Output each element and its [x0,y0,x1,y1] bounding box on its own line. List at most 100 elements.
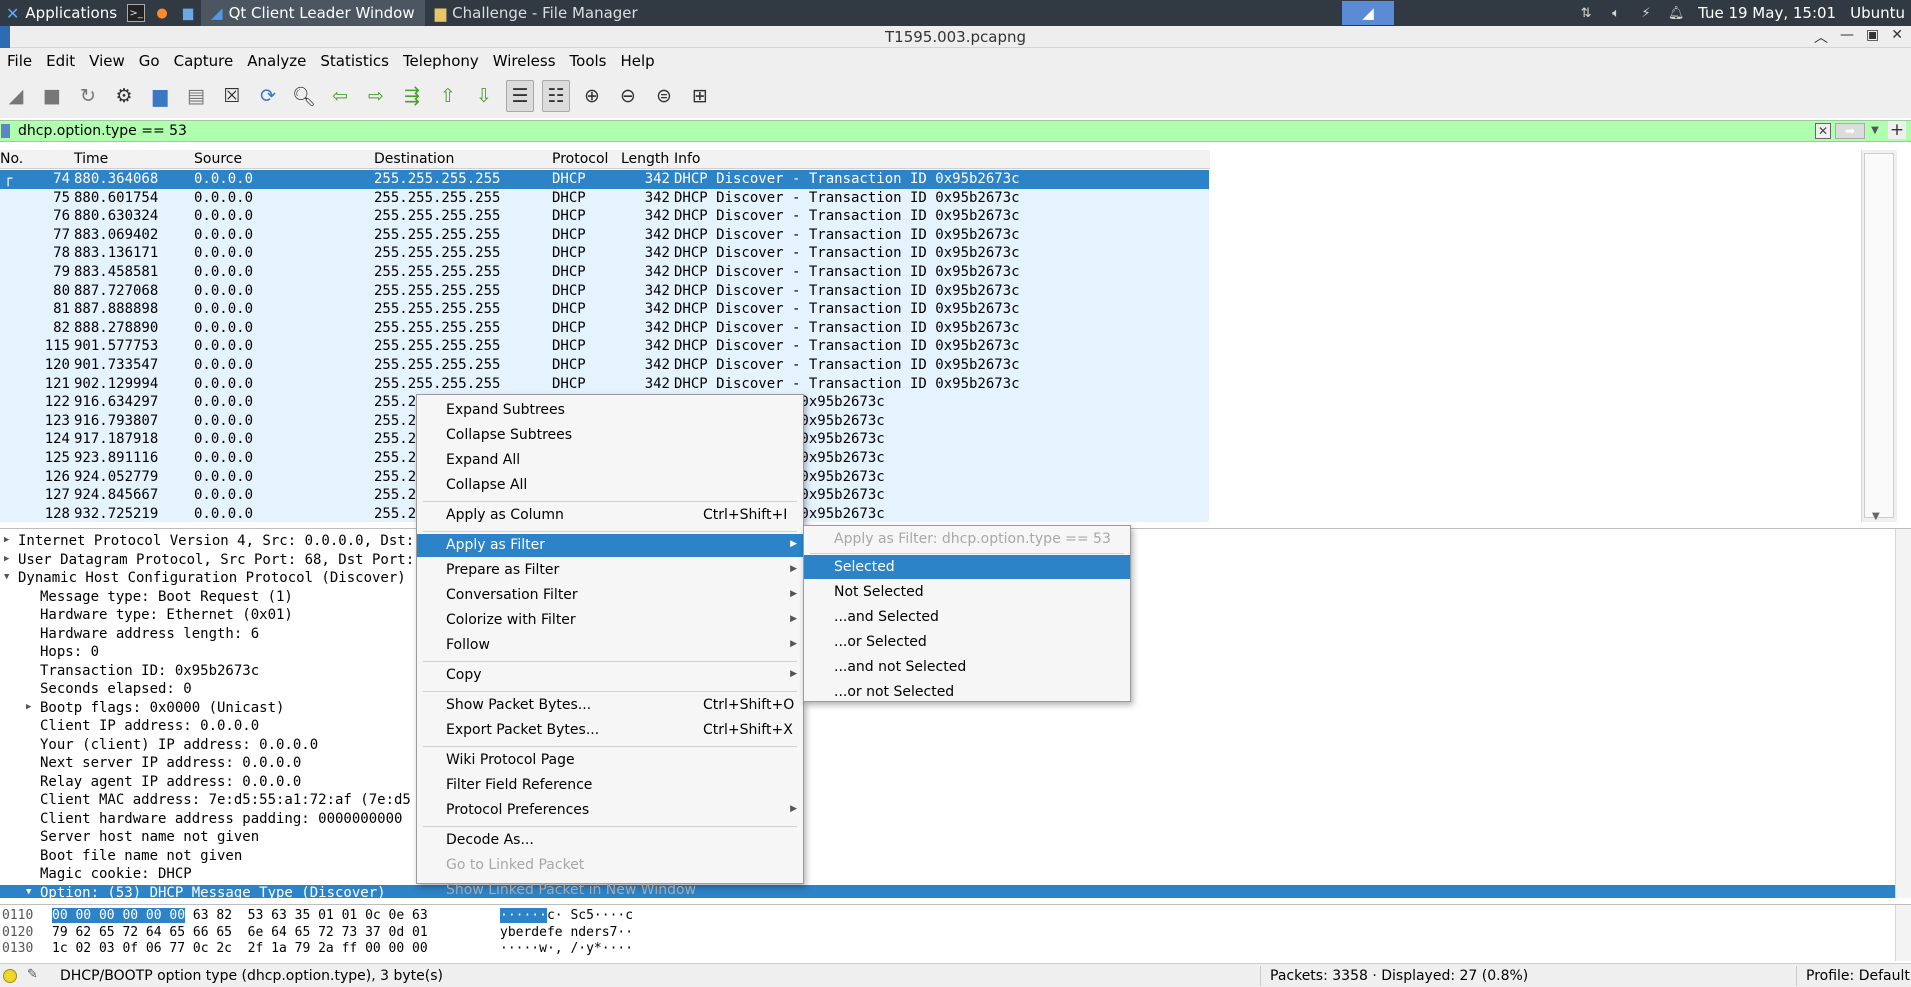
packet-row[interactable]: 77 883.069402 0.0.0.0 255.255.255.255 DHCP 34… [0,225,1209,245]
menu-telephony[interactable]: Telephony [396,52,486,70]
close-icon[interactable]: ✕ [1891,27,1903,47]
network-icon[interactable]: ⇅ [1578,5,1594,21]
col-header-length[interactable]: Length [621,151,669,167]
menu-edit[interactable]: Edit [39,52,82,70]
last-packet-icon[interactable]: ⇩ [470,80,498,112]
detail-tree-item[interactable]: ▶ Internet Protocol Version 4, Src: 0.0.0… [0,533,480,551]
bytes-scrollbar[interactable] [1895,905,1911,961]
minimize-icon[interactable]: — [1840,27,1854,47]
packet-row[interactable]: 82 888.278890 0.0.0.0 255.255.255.255 DHCP 34… [0,318,1209,338]
scrollbar-thumb[interactable] [1864,153,1894,518]
expert-info-led-icon[interactable] [3,969,17,983]
firefox-icon[interactable]: ● [153,4,171,22]
col-header-time[interactable]: Time [74,151,108,167]
apply-filter-icon[interactable]: ➡ [1835,123,1865,139]
clock[interactable]: Tue 19 May, 15:01 [1698,4,1836,22]
filter-bookmark-icon[interactable] [1,124,10,138]
menu-item-wiki-protocol-page[interactable]: Wiki Protocol Page [417,749,803,772]
detail-tree-item[interactable]: Hops: 0 [0,644,480,662]
menu-item-decode-as[interactable]: Decode As... [417,829,803,852]
detail-tree-item[interactable]: Hardware address length: 6 [0,626,480,644]
display-filter-input[interactable] [18,122,1718,140]
packet-list[interactable]: No. Time Source Destination Protocol Len… [0,150,1911,522]
detail-tree-item[interactable]: Next server IP address: 0.0.0.0 [0,755,480,773]
menu-capture[interactable]: Capture [167,52,241,70]
menu-item-apply-as-filter[interactable]: Apply as Filter ▶ [417,534,803,557]
detail-tree-item[interactable]: Client MAC address: 7e:d5:55:a1:72:af (7… [0,792,480,810]
detail-tree-item[interactable]: Server host name not given [0,829,480,847]
detail-tree-item[interactable]: ▼ Dynamic Host Configuration Protocol (Di… [0,570,480,588]
menu-item-expand-subtrees[interactable]: Expand Subtrees [417,399,803,422]
detail-tree-item[interactable]: Hardware type: Ethernet (0x01) [0,607,480,625]
go-forward-icon[interactable]: ⇨ [362,80,390,112]
menu-item-collapse-subtrees[interactable]: Collapse Subtrees [417,424,803,447]
menu-statistics[interactable]: Statistics [313,52,396,70]
volume-icon[interactable]: 🔈︎ [1608,5,1624,21]
submenu-item-or-not-selected[interactable]: ...or not Selected [804,680,1130,704]
packet-row[interactable]: 115 901.577753 0.0.0.0 255.255.255.255 DHCP 3… [0,337,1209,357]
col-header-info[interactable]: Info [674,151,701,167]
packet-row[interactable]: 79 883.458581 0.0.0.0 255.255.255.255 DHCP 34… [0,263,1209,282]
window-titlebar[interactable]: T1595.003.pcapng ︿ — ▣ ✕ [0,26,1911,48]
packet-row[interactable]: 121 902.129994 0.0.0.0 255.255.255.255 DHCP 3… [0,374,1209,394]
submenu-item-and-not-selected[interactable]: ...and not Selected [804,655,1130,679]
packet-row[interactable]: 78 883.136171 0.0.0.0 255.255.255.255 DHCP 34… [0,244,1209,264]
zoom-out-icon[interactable]: ⊖ [614,80,642,112]
detail-tree-item[interactable]: Transaction ID: 0x95b2673c [0,663,480,681]
detail-tree-item[interactable]: Client hardware address padding: 0000000… [0,811,480,829]
menu-item-apply-as-column[interactable]: Apply as Column Ctrl+Shift+I [417,504,803,527]
zoom-in-icon[interactable]: ⊕ [578,80,606,112]
find-packet-icon[interactable]: 🔍︎ [290,80,318,112]
notification-bell-icon[interactable]: 🔔︎ [1668,5,1685,21]
close-file-icon[interactable]: ☒ [218,80,246,112]
details-scrollbar[interactable] [1895,529,1911,898]
menu-item-export-packet-bytes[interactable]: Export Packet Bytes... Ctrl+Shift+X [417,719,803,742]
go-back-icon[interactable]: ⇦ [326,80,354,112]
filter-history-dropdown-icon[interactable]: ▼ [1868,123,1882,139]
user-label[interactable]: Ubuntu [1850,4,1905,22]
menu-item-conversation-filter[interactable]: Conversation Filter ▶ [417,584,803,607]
resize-columns-icon[interactable]: ⊞ [686,80,714,112]
maximize-icon[interactable]: ▣ [1866,27,1879,47]
expanded-arrow-icon[interactable]: ▼ [26,887,31,897]
detail-tree-item[interactable]: ▶ User Datagram Protocol, Src Port: 68, D… [0,552,480,570]
expanded-arrow-icon[interactable]: ▼ [4,572,9,582]
submenu-item-and-selected[interactable]: ...and Selected [804,605,1130,629]
packet-row[interactable]: 81 887.888898 0.0.0.0 255.255.255.255 DHCP 34… [0,300,1209,320]
applications-menu[interactable]: ✕ Applications [0,0,123,26]
detail-tree-item[interactable]: Relay agent IP address: 0.0.0.0 [0,774,480,792]
menu-wireless[interactable]: Wireless [486,52,563,70]
autoscroll-icon[interactable]: ☰ [506,80,534,112]
menu-item-filter-field-reference[interactable]: Filter Field Reference [417,774,803,797]
detail-tree-item[interactable]: Magic cookie: DHCP [0,866,480,884]
start-capture-icon[interactable]: ◢ [2,80,30,112]
capture-options-icon[interactable]: ⚙ [110,80,138,112]
menu-analyze[interactable]: Analyze [240,52,313,70]
menu-tools[interactable]: Tools [563,52,614,70]
terminal-icon[interactable]: >_ [127,4,146,22]
col-header-destination[interactable]: Destination [374,151,454,167]
menu-item-prepare-as-filter[interactable]: Prepare as Filter ▶ [417,559,803,582]
detail-tree-item[interactable]: Message type: Boot Request (1) [0,589,480,607]
packet-row[interactable]: 75 880.601754 0.0.0.0 255.255.255.255 DHCP 34… [0,188,1209,208]
profile-switcher[interactable]: Profile: Default [1806,968,1910,984]
menu-help[interactable]: Help [613,52,661,70]
power-icon[interactable]: ⚡︎ [1638,5,1654,21]
detail-tree-item[interactable]: ▼ Option: (53) DHCP Message Type (Discove… [0,884,1895,898]
col-header-source[interactable]: Source [194,151,242,167]
go-to-packet-icon[interactable]: ⇶ [398,80,426,112]
stop-capture-icon[interactable]: ■ [38,80,66,112]
packet-row[interactable]: 80 887.727068 0.0.0.0 255.255.255.255 DHCP 34… [0,281,1209,301]
packet-list-scrollbar[interactable]: ▼ [1861,150,1897,522]
menu-go[interactable]: Go [132,52,167,70]
shade-icon[interactable]: ︿ [1814,27,1828,47]
col-header-protocol[interactable]: Protocol [552,151,608,167]
reload-file-icon[interactable]: ⟳ [254,80,282,112]
save-file-icon[interactable]: ▤ [182,80,210,112]
task-file-manager[interactable]: ▆ Challenge - File Manager [425,0,648,26]
colorize-icon[interactable]: ☷ [542,80,570,112]
edit-comment-icon[interactable]: ✎ [27,967,38,982]
collapsed-arrow-icon[interactable]: ▶ [4,554,9,564]
detail-tree-item[interactable]: Your (client) IP address: 0.0.0.0 [0,737,480,755]
packet-bytes-pane[interactable]: 0110 00 00 00 00 00 00 63 82 53 63 35 01 … [0,904,1911,961]
